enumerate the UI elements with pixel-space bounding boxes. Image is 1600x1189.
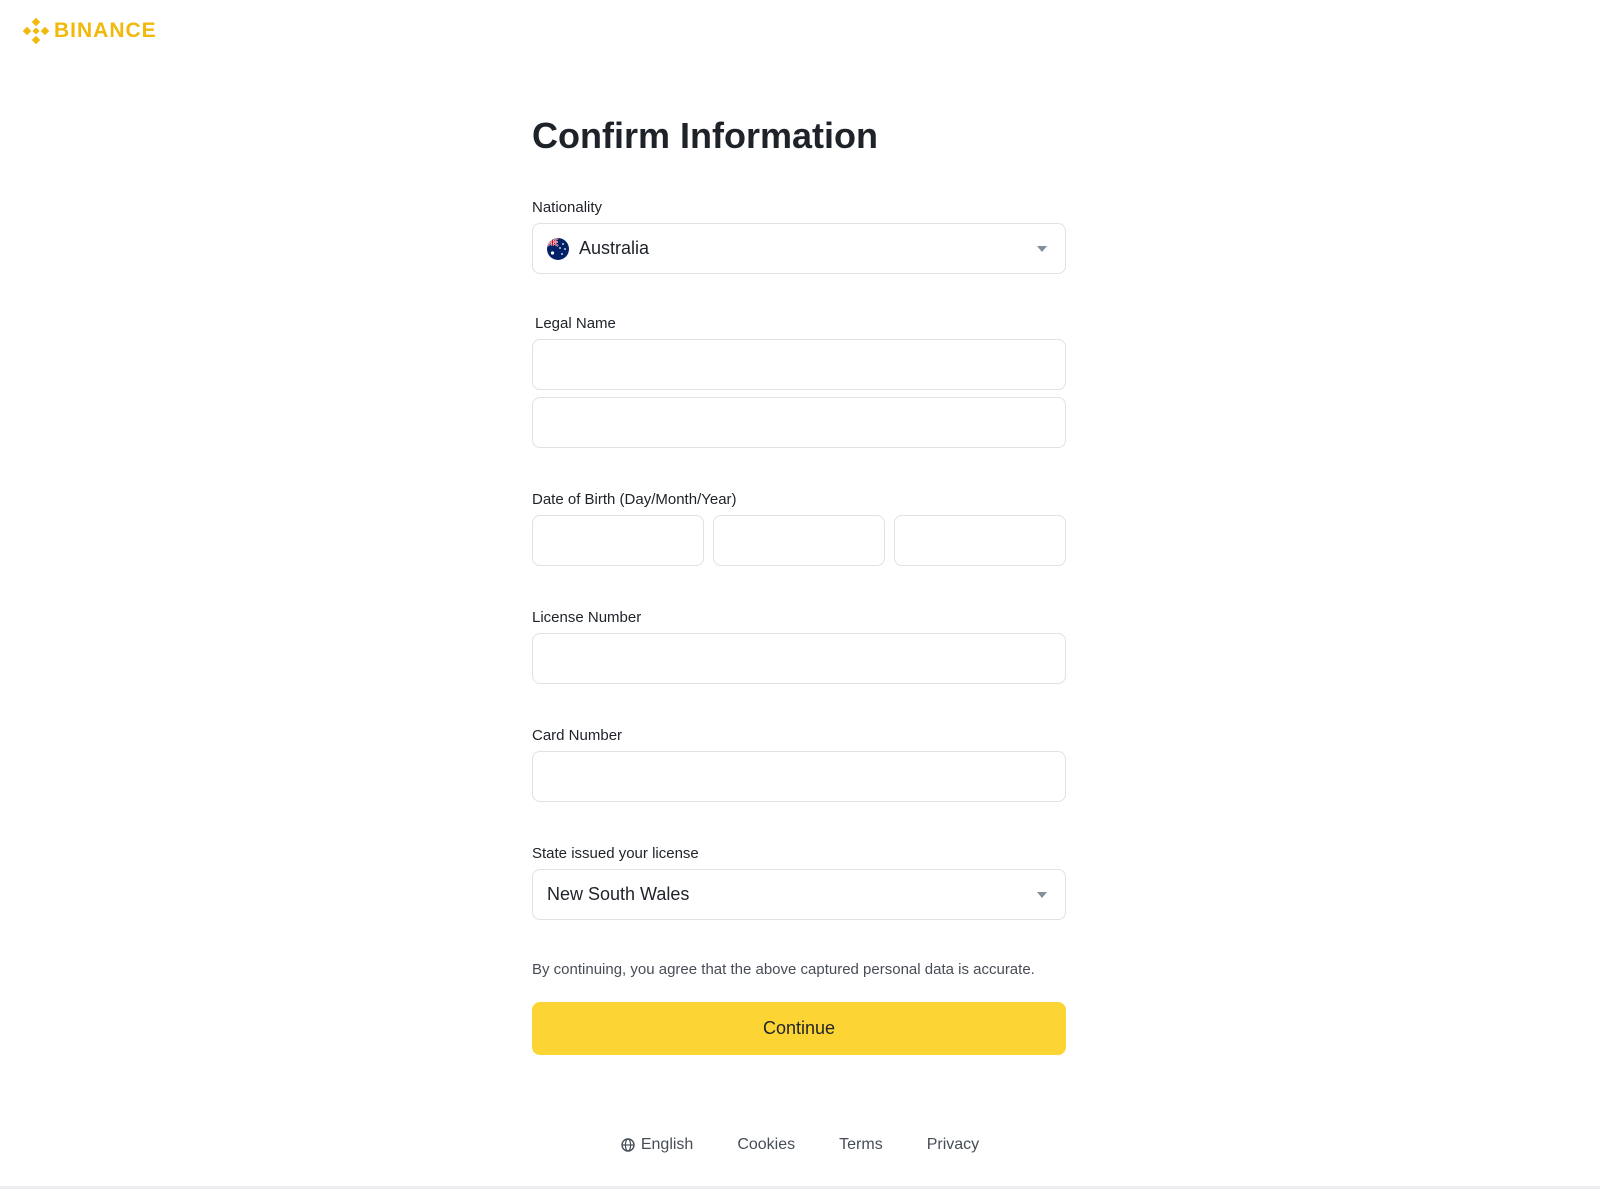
nationality-select[interactable]: Australia <box>532 223 1066 274</box>
dob-day-input[interactable] <box>533 516 703 565</box>
terms-link[interactable]: Terms <box>839 1136 883 1154</box>
page: BINANCE Confirm Information Nationality <box>0 0 1600 1189</box>
legal-name-input-2[interactable] <box>533 398 1065 447</box>
license-number-input[interactable] <box>533 634 1065 683</box>
dob-month-field[interactable] <box>713 515 885 566</box>
globe-icon <box>621 1138 635 1152</box>
chevron-down-icon <box>1037 892 1047 898</box>
legal-name-input-1[interactable] <box>533 340 1065 389</box>
binance-logo-icon <box>23 18 49 44</box>
disclaimer-text: By continuing, you agree that the above … <box>532 961 1035 978</box>
dob-year-field[interactable] <box>894 515 1066 566</box>
license-number-field[interactable] <box>532 633 1066 684</box>
nationality-value: Australia <box>579 238 650 258</box>
language-label: English <box>640 1136 694 1153</box>
chevron-down-icon <box>1037 246 1047 252</box>
dob-year-input[interactable] <box>895 516 1065 565</box>
card-number-input[interactable] <box>533 752 1065 801</box>
confirm-information-form: Confirm Information Nationality Australi… <box>532 112 1068 1055</box>
card-number-field[interactable] <box>532 751 1066 802</box>
license-number-label: License Number <box>532 609 642 626</box>
nationality-label: Nationality <box>532 199 603 216</box>
language-selector[interactable]: English <box>621 1136 693 1154</box>
brand-name: BINANCE <box>54 19 157 42</box>
state-select[interactable]: New South Wales <box>532 869 1066 920</box>
state-label: State issued your license <box>532 845 699 862</box>
page-title: Confirm Information <box>532 115 878 156</box>
privacy-link[interactable]: Privacy <box>927 1136 979 1154</box>
dob-month-input[interactable] <box>714 516 884 565</box>
legal-name-field-2[interactable] <box>532 397 1066 448</box>
dob-label: Date of Birth (Day/Month/Year) <box>532 491 737 508</box>
state-value: New South Wales <box>547 884 690 904</box>
continue-button[interactable]: Continue <box>532 1002 1066 1055</box>
footer: English Cookies Terms Privacy <box>0 1136 1600 1154</box>
cookies-link[interactable]: Cookies <box>737 1136 795 1154</box>
card-number-label: Card Number <box>532 727 623 744</box>
australia-flag-icon <box>547 237 569 260</box>
legal-name-field-1[interactable] <box>532 339 1066 390</box>
dob-day-field[interactable] <box>532 515 704 566</box>
binance-logo[interactable]: BINANCE <box>23 18 157 44</box>
legal-name-label: Legal Name <box>535 315 616 332</box>
